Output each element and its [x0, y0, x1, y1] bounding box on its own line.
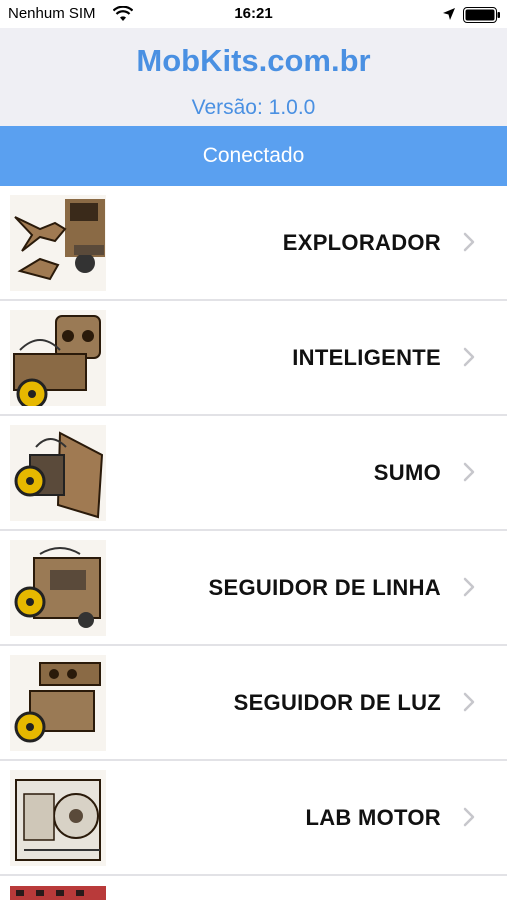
app-screen: Nenhum SIM 16:21 MobKits.com.br Versão: … [0, 0, 507, 900]
kit-label: SUMO [373, 460, 441, 485]
smart-robot-image [10, 310, 106, 406]
chevron-right-icon [463, 692, 475, 712]
clock: 16:21 [234, 5, 273, 22]
chevron-right-icon [463, 807, 475, 827]
connection-status-banner: Conectado [0, 126, 507, 186]
explorer-robot-image [10, 195, 106, 291]
kit-label: EXPLORADOR [282, 230, 441, 255]
line-follower-robot-image [10, 540, 106, 636]
kit-row-explorador[interactable]: EXPLORADOR [0, 186, 507, 301]
kit-row-lab-motor[interactable]: LAB MOTOR [0, 761, 507, 876]
kit-label: SEGUIDOR DE LUZ [233, 690, 441, 715]
chevron-right-icon [463, 347, 475, 367]
app-header: MobKits.com.br Versão: 1.0.0 [0, 28, 507, 126]
battery-icon [463, 7, 500, 23]
kit-row-sumo[interactable]: SUMO [0, 416, 507, 531]
chevron-right-icon [463, 462, 475, 482]
location-arrow-icon [443, 8, 455, 20]
kit-row-seguidor-de-luz[interactable]: SEGUIDOR DE LUZ [0, 646, 507, 761]
kit-label: SEGUIDOR DE LINHA [208, 575, 441, 600]
motor-lab-image [10, 770, 106, 866]
status-bar: Nenhum SIM 16:21 [0, 0, 507, 28]
chevron-right-icon [463, 232, 475, 252]
kit-row-partial[interactable] [0, 876, 507, 900]
app-version: Versão: 1.0.0 [191, 96, 316, 119]
app-title: MobKits.com.br [136, 43, 371, 78]
light-follower-robot-image [10, 655, 106, 751]
kit-row-seguidor-de-linha[interactable]: SEGUIDOR DE LINHA [0, 531, 507, 646]
partial-kit-image [10, 886, 106, 900]
kit-list: EXPLORADOR INTELIGENTE SUMO SEGUIDOR DE … [0, 186, 507, 900]
kit-label: INTELIGENTE [292, 345, 441, 370]
kit-row-inteligente[interactable]: INTELIGENTE [0, 301, 507, 416]
sumo-robot-image [10, 425, 106, 521]
kit-label: LAB MOTOR [305, 805, 441, 830]
chevron-right-icon [463, 577, 475, 597]
